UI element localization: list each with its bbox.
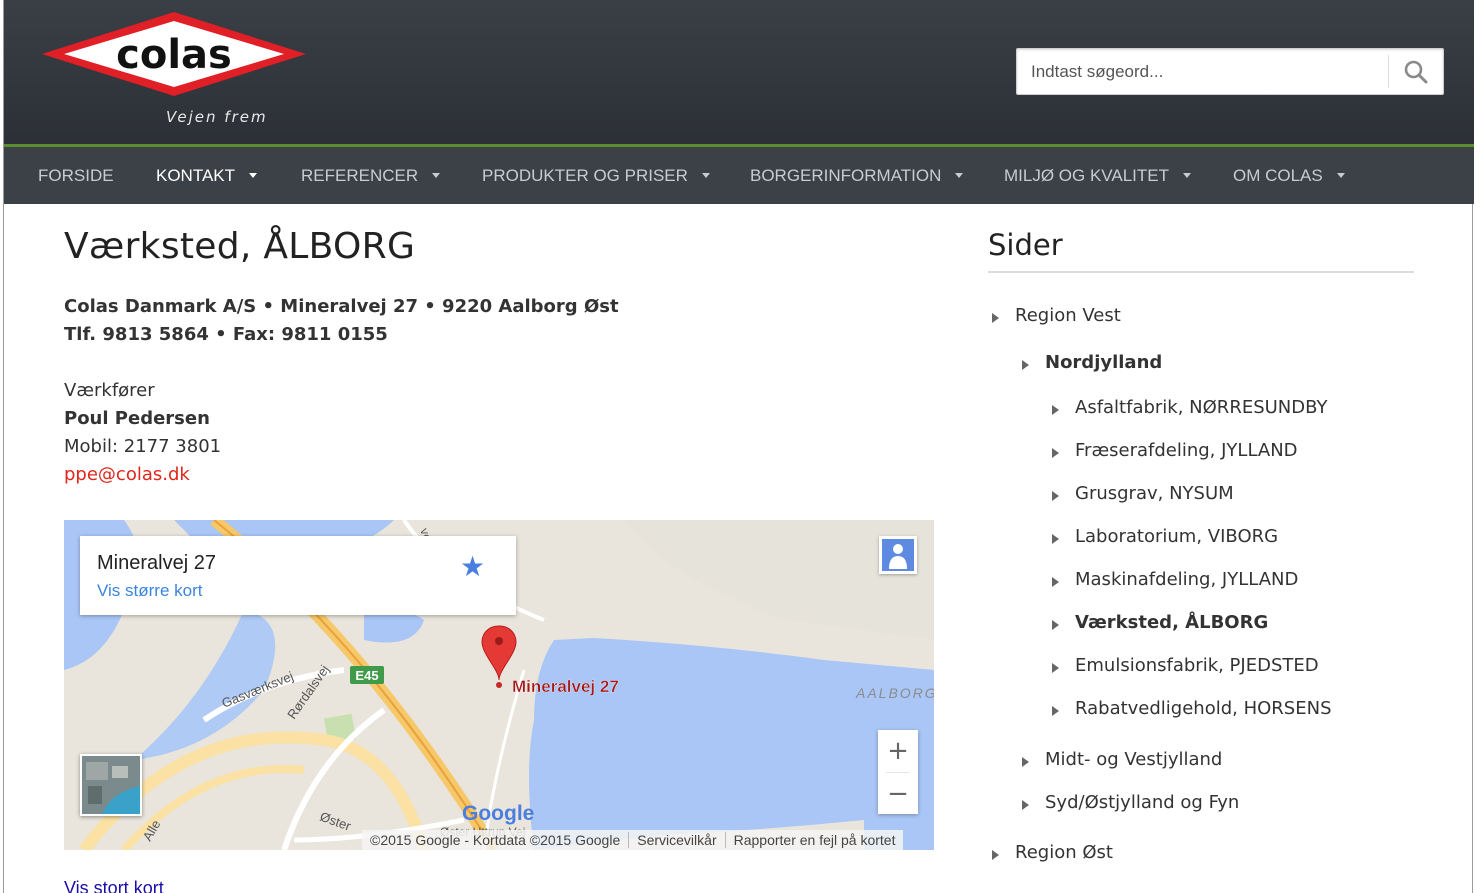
- sidebar-item-midt-vestjylland[interactable]: Midt- og Vestjylland: [1022, 749, 1222, 770]
- search-box: [1016, 48, 1444, 95]
- bullet-arrow-icon: [1052, 490, 1059, 501]
- sidebar-item-emulsionsfabrik[interactable]: Emulsionsfabrik, PJEDSTED: [1052, 655, 1319, 676]
- sidebar-item-syd-ostjylland-fyn[interactable]: Syd/Østjylland og Fyn: [1022, 792, 1239, 813]
- sidebar-divider: [988, 271, 1414, 273]
- sidebar-item-fraeserafdeling[interactable]: Fræserafdeling, JYLLAND: [1052, 440, 1298, 461]
- chevron-down-icon: [955, 173, 964, 178]
- main-nav: FORSIDE KONTAKT REFERENCER PRODUKTER OG …: [4, 147, 1474, 204]
- sidebar-item-label: Midt- og Vestjylland: [1045, 749, 1223, 770]
- sidebar-item-label: Region Vest: [1015, 305, 1121, 326]
- search-icon: [1404, 60, 1428, 83]
- logo-text: colas: [116, 32, 232, 78]
- sidebar-item-label: Nordjylland: [1045, 352, 1163, 373]
- sidebar-item-maskinafdeling[interactable]: Maskinafdeling, JYLLAND: [1052, 569, 1298, 590]
- bullet-arrow-icon: [1022, 359, 1029, 370]
- sidebar-item-label: Fræserafdeling, JYLLAND: [1075, 440, 1298, 461]
- sidebar-item-label: Emulsionsfabrik, PJEDSTED: [1075, 655, 1319, 676]
- sidebar-item-vaerksted[interactable]: Værksted, ÅLBORG: [1052, 612, 1268, 633]
- bullet-arrow-icon: [1022, 756, 1029, 767]
- contact-email-wrap: ppe@colas.dk: [64, 464, 190, 485]
- sidebar-item-region-vest[interactable]: Region Vest: [992, 305, 1121, 326]
- contact-mobile: Mobil: 2177 3801: [64, 436, 222, 457]
- satellite-thumbnail-icon: [82, 756, 140, 814]
- sidebar-item-label: Syd/Østjylland og Fyn: [1045, 792, 1240, 813]
- road-badge-e45: E45: [355, 668, 378, 683]
- sidebar-item-rabatvedligehold[interactable]: Rabatvedligehold, HORSENS: [1052, 698, 1332, 719]
- sidebar-item-label: Laboratorium, VIBORG: [1075, 526, 1279, 547]
- google-map[interactable]: E45 Gasværksvej Rørdalsvej Øster Øster U…: [64, 520, 934, 850]
- nav-label: KONTAKT: [156, 165, 236, 185]
- contact-role: Værkfører: [64, 380, 155, 401]
- google-logo: Google: [462, 802, 534, 825]
- site-header: colas Vejen frem: [4, 0, 1474, 144]
- chevron-down-icon: [701, 173, 710, 178]
- pegman-icon: [882, 539, 914, 571]
- sidebar-item-label: Asfaltfabrik, NØRRESUNDBY: [1075, 397, 1328, 418]
- sidebar-item-nordjylland[interactable]: Nordjylland: [1022, 352, 1162, 373]
- sidebar-item-asfaltfabrik[interactable]: Asfaltfabrik, NØRRESUNDBY: [1052, 397, 1327, 418]
- sidebar-item-grusgrav[interactable]: Grusgrav, NYSUM: [1052, 483, 1234, 504]
- bullet-arrow-icon: [1022, 799, 1029, 810]
- bullet-arrow-icon: [992, 849, 999, 860]
- page-title: Værksted, ÅLBORG: [64, 226, 416, 267]
- nav-item-produkter[interactable]: PRODUKTER OG PRISER: [482, 147, 710, 204]
- chevron-down-icon: [1336, 173, 1345, 178]
- bullet-arrow-icon: [1052, 533, 1059, 544]
- star-icon[interactable]: ★: [460, 550, 485, 583]
- page-frame: colas Vejen frem FORSIDE KONTAKT REFEREN…: [3, 0, 1474, 893]
- phone-line: Tlf. 9813 5864 • Fax: 9811 0155: [64, 324, 388, 345]
- nav-item-om-colas[interactable]: OM COLAS: [1233, 147, 1345, 204]
- sidebar-item-laboratorium[interactable]: Laboratorium, VIBORG: [1052, 526, 1278, 547]
- bullet-arrow-icon: [1052, 404, 1059, 415]
- nav-label: REFERENCER: [301, 165, 419, 185]
- pegman-button[interactable]: [879, 536, 917, 574]
- chevron-down-icon: [249, 173, 258, 178]
- bullet-arrow-icon: [1052, 576, 1059, 587]
- nav-label: PRODUKTER OG PRISER: [482, 165, 688, 185]
- nav-label: BORGERINFORMATION: [750, 165, 942, 185]
- nav-item-kontakt[interactable]: KONTAKT: [156, 147, 258, 204]
- nav-label: OM COLAS: [1233, 165, 1323, 185]
- bullet-arrow-icon: [1052, 662, 1059, 673]
- sidebar-title: Sider: [988, 228, 1063, 262]
- nav-item-referencer[interactable]: REFERENCER: [301, 147, 441, 204]
- bullet-arrow-icon: [1052, 619, 1059, 630]
- report-error-link[interactable]: Rapporter en fejl på kortet: [724, 832, 904, 848]
- map-copyright: ©2015 Google - Kortdata ©2015 Google: [370, 832, 621, 848]
- contact-email-link[interactable]: ppe@colas.dk: [64, 464, 190, 485]
- map-info-card: Mineralvej 27 Vis større kort ★: [80, 536, 516, 615]
- tagline: Vejen frem: [166, 108, 268, 126]
- sidebar-item-label: Region Øst: [1015, 842, 1113, 863]
- terms-link[interactable]: Servicevilkår: [628, 832, 724, 848]
- view-large-map-link[interactable]: Vis stort kort: [64, 878, 164, 893]
- sidebar-item-label: Rabatvedligehold, HORSENS: [1075, 698, 1332, 719]
- place-label: AALBORG: [855, 685, 934, 701]
- nav-label: FORSIDE: [38, 165, 114, 185]
- nav-item-borgerinformation[interactable]: BORGERINFORMATION: [750, 147, 964, 204]
- nav-item-miljo[interactable]: MILJØ OG KVALITET: [1004, 147, 1191, 204]
- sidebar-item-label: Grusgrav, NYSUM: [1075, 483, 1234, 504]
- bullet-arrow-icon: [1052, 447, 1059, 458]
- zoom-out-button[interactable]: −: [878, 773, 918, 815]
- search-button[interactable]: [1389, 49, 1443, 94]
- zoom-in-button[interactable]: +: [878, 730, 918, 772]
- nav-item-forside[interactable]: FORSIDE: [38, 147, 114, 204]
- zoom-control: + −: [878, 730, 918, 814]
- contact-name: Poul Pedersen: [64, 408, 210, 429]
- bullet-arrow-icon: [992, 312, 999, 323]
- chevron-down-icon: [1183, 173, 1191, 178]
- sidebar-item-region-ost[interactable]: Region Øst: [992, 842, 1113, 863]
- address-line: Colas Danmark A/S • Mineralvej 27 • 9220…: [64, 296, 619, 317]
- map-card-title: Mineralvej 27: [97, 552, 216, 574]
- search-input[interactable]: [1017, 49, 1389, 94]
- chevron-down-icon: [432, 173, 441, 178]
- map-attribution: ©2015 Google - Kortdata ©2015 Google Ser…: [362, 830, 904, 850]
- sidebar-item-label: Maskinafdeling, JYLLAND: [1075, 569, 1299, 590]
- sidebar-item-label: Værksted, ÅLBORG: [1075, 612, 1269, 633]
- larger-map-link[interactable]: Vis større kort: [97, 581, 202, 601]
- bullet-arrow-icon: [1052, 705, 1059, 716]
- satellite-toggle[interactable]: [80, 754, 142, 816]
- pin-label: Mineralvej 27: [512, 677, 619, 696]
- nav-label: MILJØ OG KVALITET: [1004, 165, 1169, 185]
